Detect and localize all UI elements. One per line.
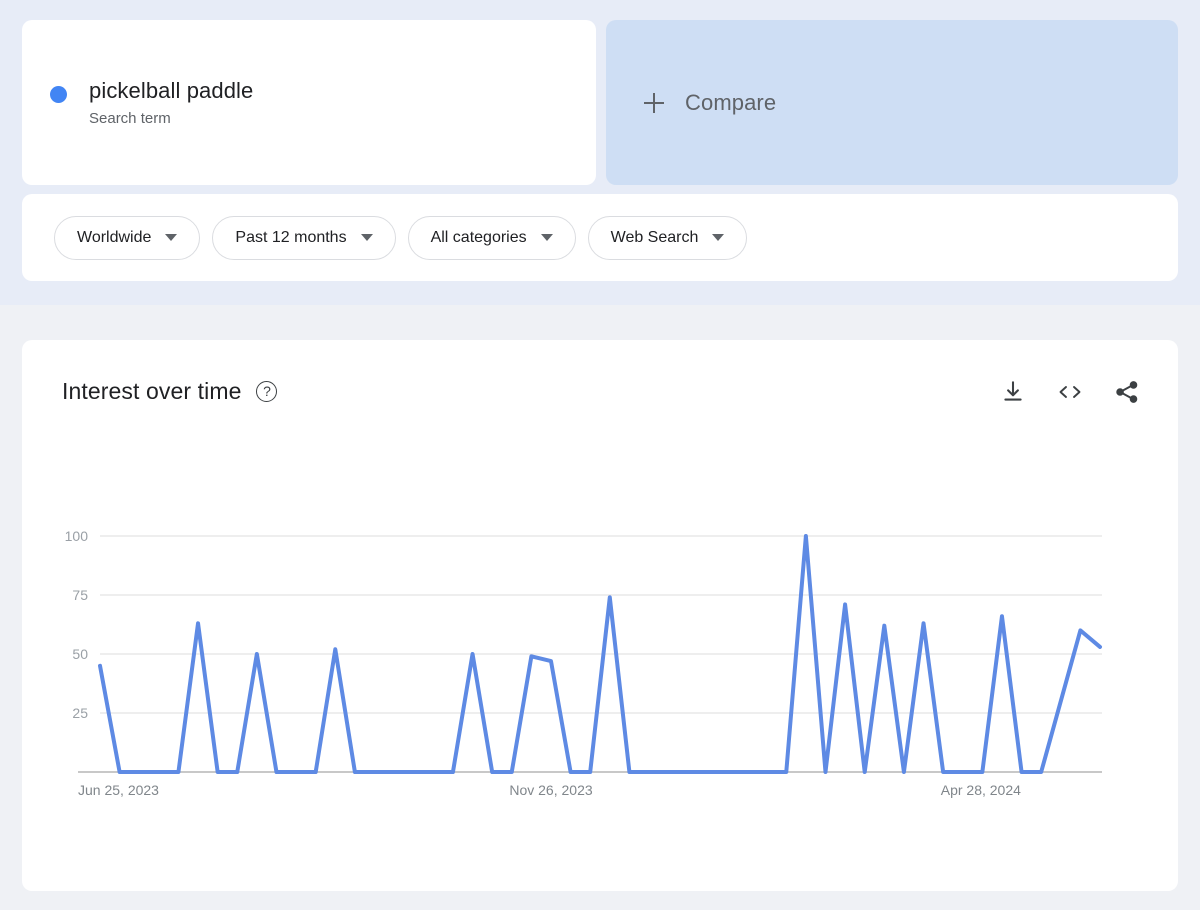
- x-axis-tick-label: Nov 26, 2023: [509, 782, 592, 798]
- search-type-filter-label: Web Search: [610, 228, 699, 246]
- y-axis-tick-label: 50: [72, 646, 88, 662]
- search-term-type: Search term: [89, 109, 171, 127]
- chevron-down-icon: [540, 234, 553, 241]
- top-band: pickelball paddle Search term Compare Wo…: [0, 0, 1200, 305]
- interest-over-time-card: Interest over time ? 25 50 75 100 Jun 25…: [22, 340, 1178, 891]
- time-range-filter-label: Past 12 months: [235, 228, 347, 246]
- google-trends-page: pickelball paddle Search term Compare Wo…: [0, 0, 1200, 910]
- location-filter-label: Worldwide: [77, 228, 152, 246]
- category-filter[interactable]: All categories: [407, 215, 576, 260]
- series-color-dot-icon: [50, 85, 67, 103]
- chevron-down-icon: [165, 234, 178, 241]
- y-axis-tick-label: 25: [72, 705, 88, 721]
- chart-svg: 25 50 75 100 Jun 25, 2023 Nov 26, 2023 Apr 28,…: [65, 528, 1102, 798]
- location-filter[interactable]: Worldwide: [54, 215, 201, 260]
- search-term-text: pickelball paddle Search term: [89, 77, 253, 129]
- search-type-filter[interactable]: Web Search: [587, 215, 748, 260]
- chevron-down-icon: [360, 234, 373, 241]
- x-axis-tick-label: Apr 28, 2024: [941, 782, 1021, 798]
- category-filter-label: All categories: [430, 228, 527, 246]
- search-term-label: pickelball paddle: [89, 77, 254, 103]
- chevron-down-icon: [712, 234, 725, 241]
- interest-over-time-chart: 25 50 75 100 Jun 25, 2023 Nov 26, 2023 Apr 28,…: [22, 340, 1178, 891]
- y-axis-tick-label: 100: [65, 528, 89, 544]
- compare-button[interactable]: Compare: [606, 20, 1178, 185]
- filter-bar: Worldwide Past 12 months All categories …: [22, 194, 1178, 281]
- compare-inner: Compare: [644, 90, 776, 116]
- search-term-card[interactable]: pickelball paddle Search term: [22, 20, 596, 185]
- search-term-inner: pickelball paddle Search term: [50, 77, 253, 129]
- compare-label: Compare: [685, 89, 777, 115]
- query-row: pickelball paddle Search term Compare: [22, 20, 1178, 185]
- x-axis-tick-label: Jun 25, 2023: [78, 782, 159, 798]
- plus-icon: [644, 92, 664, 113]
- y-axis-tick-label: 75: [72, 587, 88, 603]
- time-range-filter[interactable]: Past 12 months: [212, 215, 396, 260]
